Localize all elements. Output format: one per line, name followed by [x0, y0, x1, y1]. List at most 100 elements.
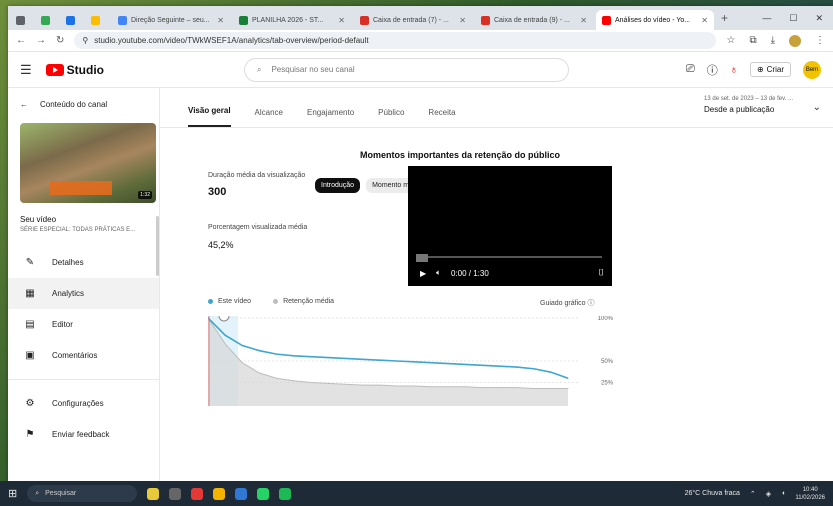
- tab-2[interactable]: Engajamento: [307, 108, 354, 127]
- retention-chart[interactable]: 100% 50% 25%: [208, 316, 618, 406]
- network-icon[interactable]: ◈: [766, 490, 771, 498]
- data-point: [361, 384, 363, 386]
- data-point: [327, 382, 329, 384]
- new-tab-button[interactable]: +: [721, 11, 728, 25]
- series-line-this-video: [208, 317, 569, 379]
- player-progress-bar[interactable]: [418, 256, 602, 258]
- browser-tab[interactable]: [12, 10, 34, 30]
- create-button[interactable]: ⊕ Criar: [749, 62, 791, 77]
- minimize-icon[interactable]: —: [762, 13, 771, 24]
- chart-legend: Este vídeo Retenção média: [208, 298, 334, 305]
- data-point: [567, 388, 569, 390]
- taskbar-search[interactable]: ⌕ Pesquisar: [27, 485, 138, 502]
- browser-tab[interactable]: [62, 10, 84, 30]
- tab-3[interactable]: Público: [378, 108, 404, 127]
- tab-1[interactable]: Alcance: [255, 108, 283, 127]
- widgets-icon[interactable]: [147, 487, 160, 500]
- tab-close-icon[interactable]: ✕: [338, 16, 345, 25]
- studio-logo[interactable]: Studio: [45, 63, 104, 77]
- subtitles-icon[interactable]: ⎚: [686, 63, 695, 76]
- app-icon-1[interactable]: [191, 487, 204, 500]
- help-icon[interactable]: ⓘ: [707, 62, 718, 78]
- browser-tab[interactable]: PLANILHA 2026 - ST... ✕: [233, 10, 351, 30]
- hamburger-menu-icon[interactable]: ☰: [20, 62, 32, 78]
- close-icon[interactable]: ✕: [815, 13, 823, 24]
- tab-close-icon[interactable]: ✕: [459, 16, 466, 25]
- analytics-main: Visão geral Alcance Engajamento Público Rece…: [160, 88, 833, 481]
- download-icon[interactable]: ⤓: [771, 35, 775, 46]
- clock-date: 11/02/2026: [795, 494, 825, 501]
- browser-tab[interactable]: Análises do vídeo - Yo... ✕: [596, 10, 714, 30]
- sidebar-item-gear[interactable]: ⚙ Configurações: [8, 388, 159, 419]
- tab-4[interactable]: Receita: [428, 108, 455, 127]
- star-icon[interactable]: ☆: [726, 35, 735, 46]
- video-player[interactable]: ▶ 🔈︎ 0:00 / 1:30 ⌷: [408, 166, 612, 286]
- volume-icon[interactable]: 🔈︎: [436, 268, 441, 278]
- site-info-icon[interactable]: ⚲: [82, 36, 88, 45]
- file-explorer-icon[interactable]: [213, 487, 226, 500]
- browser-tab[interactable]: Caixa de entrada (9) - ... ✕: [475, 10, 593, 30]
- maximize-icon[interactable]: ☐: [789, 13, 797, 24]
- tab-close-icon[interactable]: ✕: [580, 16, 587, 25]
- extensions-icon[interactable]: ⧉: [749, 35, 756, 46]
- data-point: [567, 377, 569, 379]
- legend-this-video: Este vídeo: [208, 298, 251, 305]
- sidebar-scrollbar[interactable]: [156, 216, 159, 276]
- whatsapp-icon[interactable]: [257, 487, 270, 500]
- back-to-content-button[interactable]: ← Conteúdo do canal: [8, 94, 159, 115]
- sidebar-item-analytics[interactable]: ▦ Analytics: [8, 278, 159, 309]
- tab-close-icon[interactable]: ✕: [217, 16, 224, 25]
- moment-chip[interactable]: Introdução: [315, 178, 361, 193]
- browser-tab[interactable]: Direção Seguinte – seu... ✕: [112, 10, 230, 30]
- avatar[interactable]: Bem: [803, 60, 821, 79]
- editor-icon: ▤: [25, 319, 35, 330]
- notifications-icon[interactable]: ♁: [730, 64, 738, 76]
- help-circle-icon: ⓘ: [587, 300, 595, 307]
- create-label: Criar: [766, 65, 784, 74]
- tab-close-icon[interactable]: ✕: [701, 16, 708, 25]
- chrome-icon[interactable]: [235, 487, 248, 500]
- profile-avatar[interactable]: [789, 34, 801, 47]
- sidebar-item-pencil[interactable]: ✎ Detalhes: [8, 247, 159, 278]
- data-point: [516, 387, 518, 389]
- sidebar-item-label: Editor: [52, 320, 73, 329]
- start-icon[interactable]: ⊞: [8, 487, 17, 500]
- sidebar-item-editor[interactable]: ▤ Editor: [8, 309, 159, 340]
- player-scrubber[interactable]: [416, 254, 428, 262]
- tab-favicon-icon: [41, 15, 50, 25]
- url-field[interactable]: ⚲ studio.youtube.com/video/TWkWSEF1A/ana…: [74, 32, 717, 49]
- weather-info[interactable]: 26°C Chuva fraca: [685, 490, 740, 497]
- reload-icon[interactable]: ↻: [56, 35, 64, 46]
- chevron-down-icon[interactable]: ⌄: [813, 102, 821, 113]
- data-point: [378, 359, 380, 361]
- play-icon[interactable]: ▶: [420, 269, 426, 278]
- task-view-icon[interactable]: [169, 487, 182, 500]
- sidebar-item-comments[interactable]: ▣ Comentários: [8, 340, 159, 371]
- tab-0[interactable]: Visão geral: [188, 106, 231, 127]
- sidebar-bottom-menu: ⚙ Configurações ⚑ Enviar feedback: [8, 388, 159, 450]
- search-input[interactable]: ⌕ Pesquisar no seu canal: [243, 57, 569, 82]
- video-thumbnail[interactable]: 1:32: [20, 123, 156, 203]
- thumbnail-caption-band: [50, 181, 112, 195]
- date-range-picker[interactable]: 13 de set. de 2023 – 13 de fev. ... Desd…: [704, 96, 793, 114]
- data-point: [310, 356, 312, 358]
- avg-duration-label: Duração média da visualização: [208, 172, 306, 179]
- search-placeholder: Pesquisar no seu canal: [271, 65, 355, 74]
- browser-tab[interactable]: [87, 10, 109, 30]
- data-point: [344, 383, 346, 385]
- sidebar-item-feedback[interactable]: ⚑ Enviar feedback: [8, 419, 159, 450]
- volume-icon[interactable]: ◖: [781, 490, 785, 497]
- sidebar-menu: ✎ Detalhes ▦ Analytics ▤ Editor ▣ Comentários: [8, 247, 159, 371]
- y-tick-label: 100%: [598, 316, 614, 322]
- screenshot-icon[interactable]: ⌷: [599, 267, 604, 278]
- clock[interactable]: 10:40 11/02/2026: [795, 486, 825, 502]
- tray-chevron-icon[interactable]: ⌃: [750, 490, 756, 498]
- browser-tab[interactable]: [37, 10, 59, 30]
- forward-arrow-icon[interactable]: →: [36, 35, 46, 46]
- spotify-icon[interactable]: [279, 487, 292, 500]
- guide-button[interactable]: Guiado gráfico ⓘ: [540, 298, 594, 308]
- browser-tab[interactable]: Caixa de entrada (7) - ... ✕: [354, 10, 472, 30]
- browser-menu-icon[interactable]: ⋮: [815, 35, 825, 46]
- avg-pct-value: 45,2%: [208, 240, 234, 250]
- back-arrow-icon[interactable]: ←: [16, 35, 26, 46]
